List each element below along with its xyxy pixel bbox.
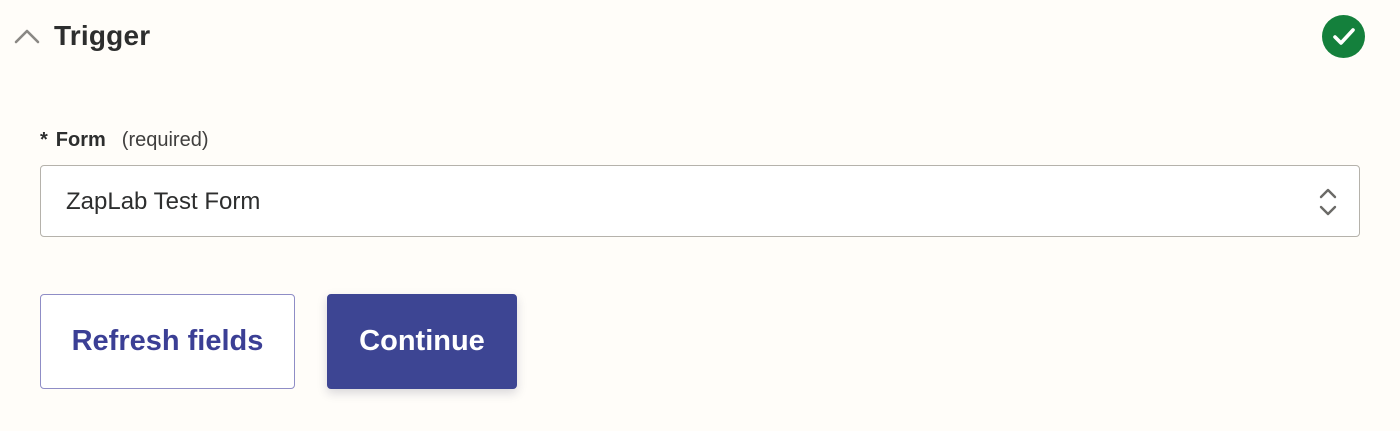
form-select[interactable]: ZapLab Test Form bbox=[40, 165, 1360, 237]
required-hint: (required) bbox=[121, 129, 209, 151]
section-title[interactable]: Trigger bbox=[54, 20, 150, 52]
refresh-fields-button[interactable]: Refresh fields bbox=[40, 294, 295, 389]
check-circle-icon bbox=[1322, 15, 1365, 58]
chevron-up-down-icon bbox=[1317, 186, 1339, 218]
selected-form-value: ZapLab Test Form bbox=[66, 188, 261, 215]
form-field-label: * Form (required) bbox=[40, 129, 209, 152]
continue-button[interactable]: Continue bbox=[327, 294, 517, 389]
field-name: Form bbox=[55, 129, 106, 151]
required-asterisk: * bbox=[40, 129, 48, 151]
trigger-panel: Trigger * Form (required) ZapLab Test Fo… bbox=[0, 0, 1400, 431]
section-header: Trigger bbox=[0, 0, 1400, 74]
chevron-up-icon[interactable] bbox=[12, 24, 42, 48]
